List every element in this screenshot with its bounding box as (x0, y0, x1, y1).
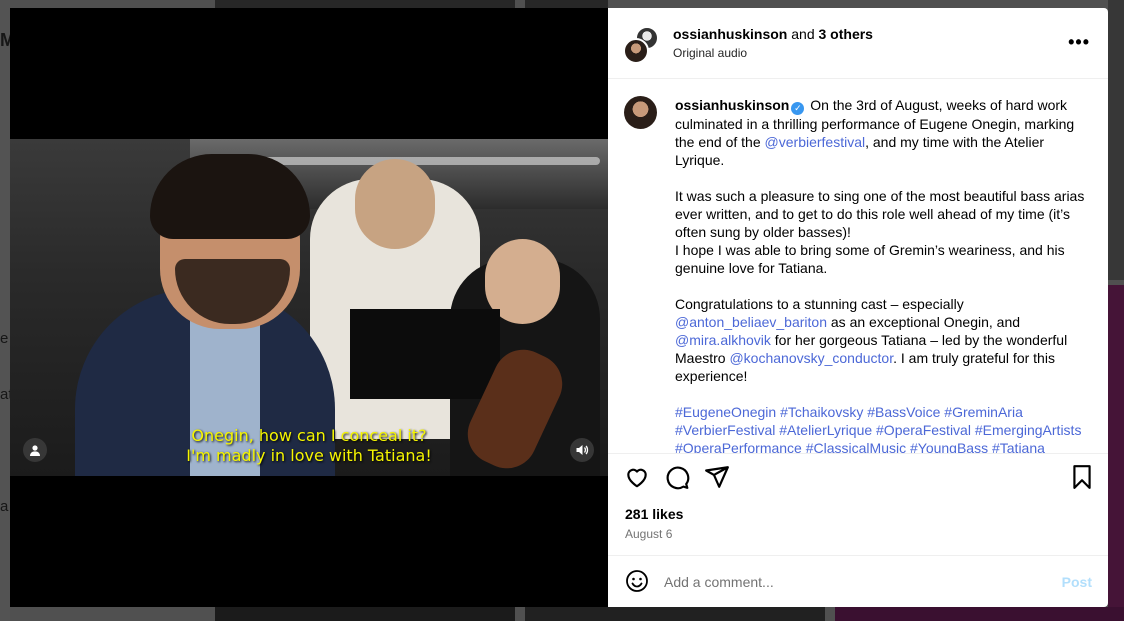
user-tag-icon[interactable] (23, 438, 47, 462)
post-caption: ossianhuskinson ✓ On the 3rd of August, w… (675, 96, 1085, 453)
comment-bubble-icon[interactable] (664, 464, 690, 490)
mention-link[interactable]: @verbierfestival (765, 134, 866, 150)
caption-paragraph: It was such a pleasure to sing one of th… (675, 187, 1085, 277)
caption-username-link[interactable]: ossianhuskinson (675, 97, 789, 113)
collab-avatar-stack[interactable] (623, 26, 663, 64)
mention-link[interactable]: @mira.alkhovik (675, 332, 771, 348)
more-options-icon[interactable]: ••• (1068, 32, 1090, 53)
like-heart-icon[interactable] (624, 464, 650, 490)
comment-input[interactable] (664, 574, 1024, 590)
subtitle-line: I'm madly in love with Tatiana! (186, 446, 432, 465)
post-details-panel: ossianhuskinson and 3 others Original au… (608, 8, 1108, 607)
post-date[interactable]: August 6 (625, 527, 672, 541)
mention-link[interactable]: @kochanovsky_conductor (729, 350, 893, 366)
original-audio-link[interactable]: Original audio (673, 46, 747, 60)
subtitle-line: Onegin, how can I conceal it? (191, 426, 427, 445)
avatar[interactable] (623, 38, 649, 64)
video-subtitles: Onegin, how can I conceal it? I'm madly … (10, 426, 608, 466)
verified-badge-icon: ✓ (791, 102, 805, 115)
post-comment-button[interactable]: Post (1062, 574, 1092, 590)
caption-text: I hope I was able to bring some of Gremi… (675, 242, 1065, 276)
likes-count[interactable]: 281 likes (625, 506, 683, 522)
save-bookmark-icon[interactable] (1069, 464, 1095, 490)
mention-link[interactable]: @anton_beliaev_bariton (675, 314, 827, 330)
avatar[interactable] (624, 96, 657, 129)
caption-section: ossianhuskinson ✓ On the 3rd of August, w… (608, 80, 1108, 453)
post-header: ossianhuskinson and 3 others Original au… (608, 8, 1108, 79)
post-authors: ossianhuskinson and 3 others (673, 26, 873, 42)
comment-composer: Post (608, 555, 1108, 607)
video-scene-music-stand (350, 309, 500, 399)
post-actions-bar (608, 453, 1108, 495)
video-frame[interactable]: Onegin, how can I conceal it? I'm madly … (10, 139, 608, 476)
video-scene-light (260, 157, 600, 165)
others-link[interactable]: 3 others (819, 26, 873, 42)
caption-paragraph: ossianhuskinson ✓ On the 3rd of August, w… (675, 96, 1085, 169)
share-send-icon[interactable] (704, 464, 730, 490)
hashtag-links[interactable]: #EugeneOnegin #Tchaikovsky #BassVoice #G… (675, 403, 1085, 453)
video-scene-hair (150, 154, 310, 239)
caption-text: It was such a pleasure to sing one of th… (675, 188, 1085, 240)
caption-text: as an exceptional Onegin, and (827, 314, 1021, 330)
reel-video-player[interactable]: Onegin, how can I conceal it? I'm madly … (10, 8, 608, 607)
caption-paragraph: Congratulations to a stunning cast – esp… (675, 295, 1085, 385)
authors-connector: and (787, 26, 819, 42)
caption-text: Congratulations to a stunning cast – esp… (675, 296, 964, 312)
author-username-link[interactable]: ossianhuskinson (673, 26, 787, 42)
emoji-icon[interactable] (625, 569, 649, 593)
speaker-icon[interactable] (570, 438, 594, 462)
